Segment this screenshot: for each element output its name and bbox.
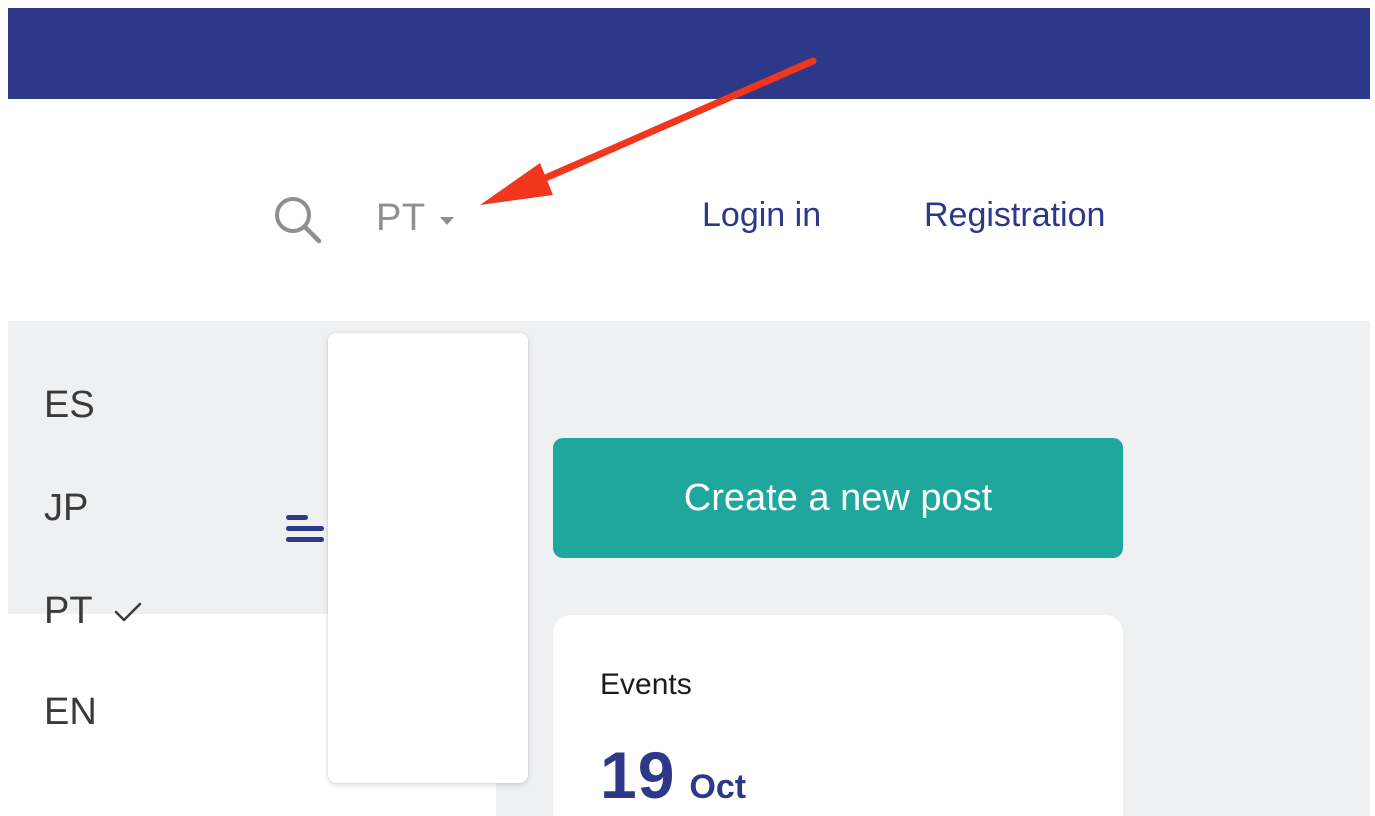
event-month: Oct [689,768,747,806]
registration-link[interactable]: Registration [924,196,1105,235]
top-banner [8,8,1370,99]
language-option-label: EN [44,690,97,733]
language-dropdown [328,333,528,783]
caret-down-icon [439,217,454,225]
language-option-jp[interactable]: JP [44,480,88,536]
language-option-label: JP [44,486,89,529]
search-icon[interactable] [272,194,324,246]
language-selector[interactable]: PT [376,194,454,242]
language-option-pt[interactable]: PT [44,583,143,639]
event-day: 19 [600,738,676,812]
language-option-es[interactable]: ES [44,377,95,433]
events-title: Events [600,668,692,701]
language-option-label: ES [44,383,95,426]
header [0,99,1375,321]
language-option-label: PT [44,589,93,632]
event-date[interactable]: 19 Oct [600,737,746,813]
login-link[interactable]: Login in [702,196,821,235]
language-option-en[interactable]: EN [44,684,97,740]
create-post-button[interactable]: Create a new post [553,438,1123,558]
language-current: PT [376,196,426,239]
checkmark-icon [114,602,141,622]
page: PT Login in Registration Create a new po… [0,0,1375,816]
menu-icon[interactable] [286,511,326,547]
